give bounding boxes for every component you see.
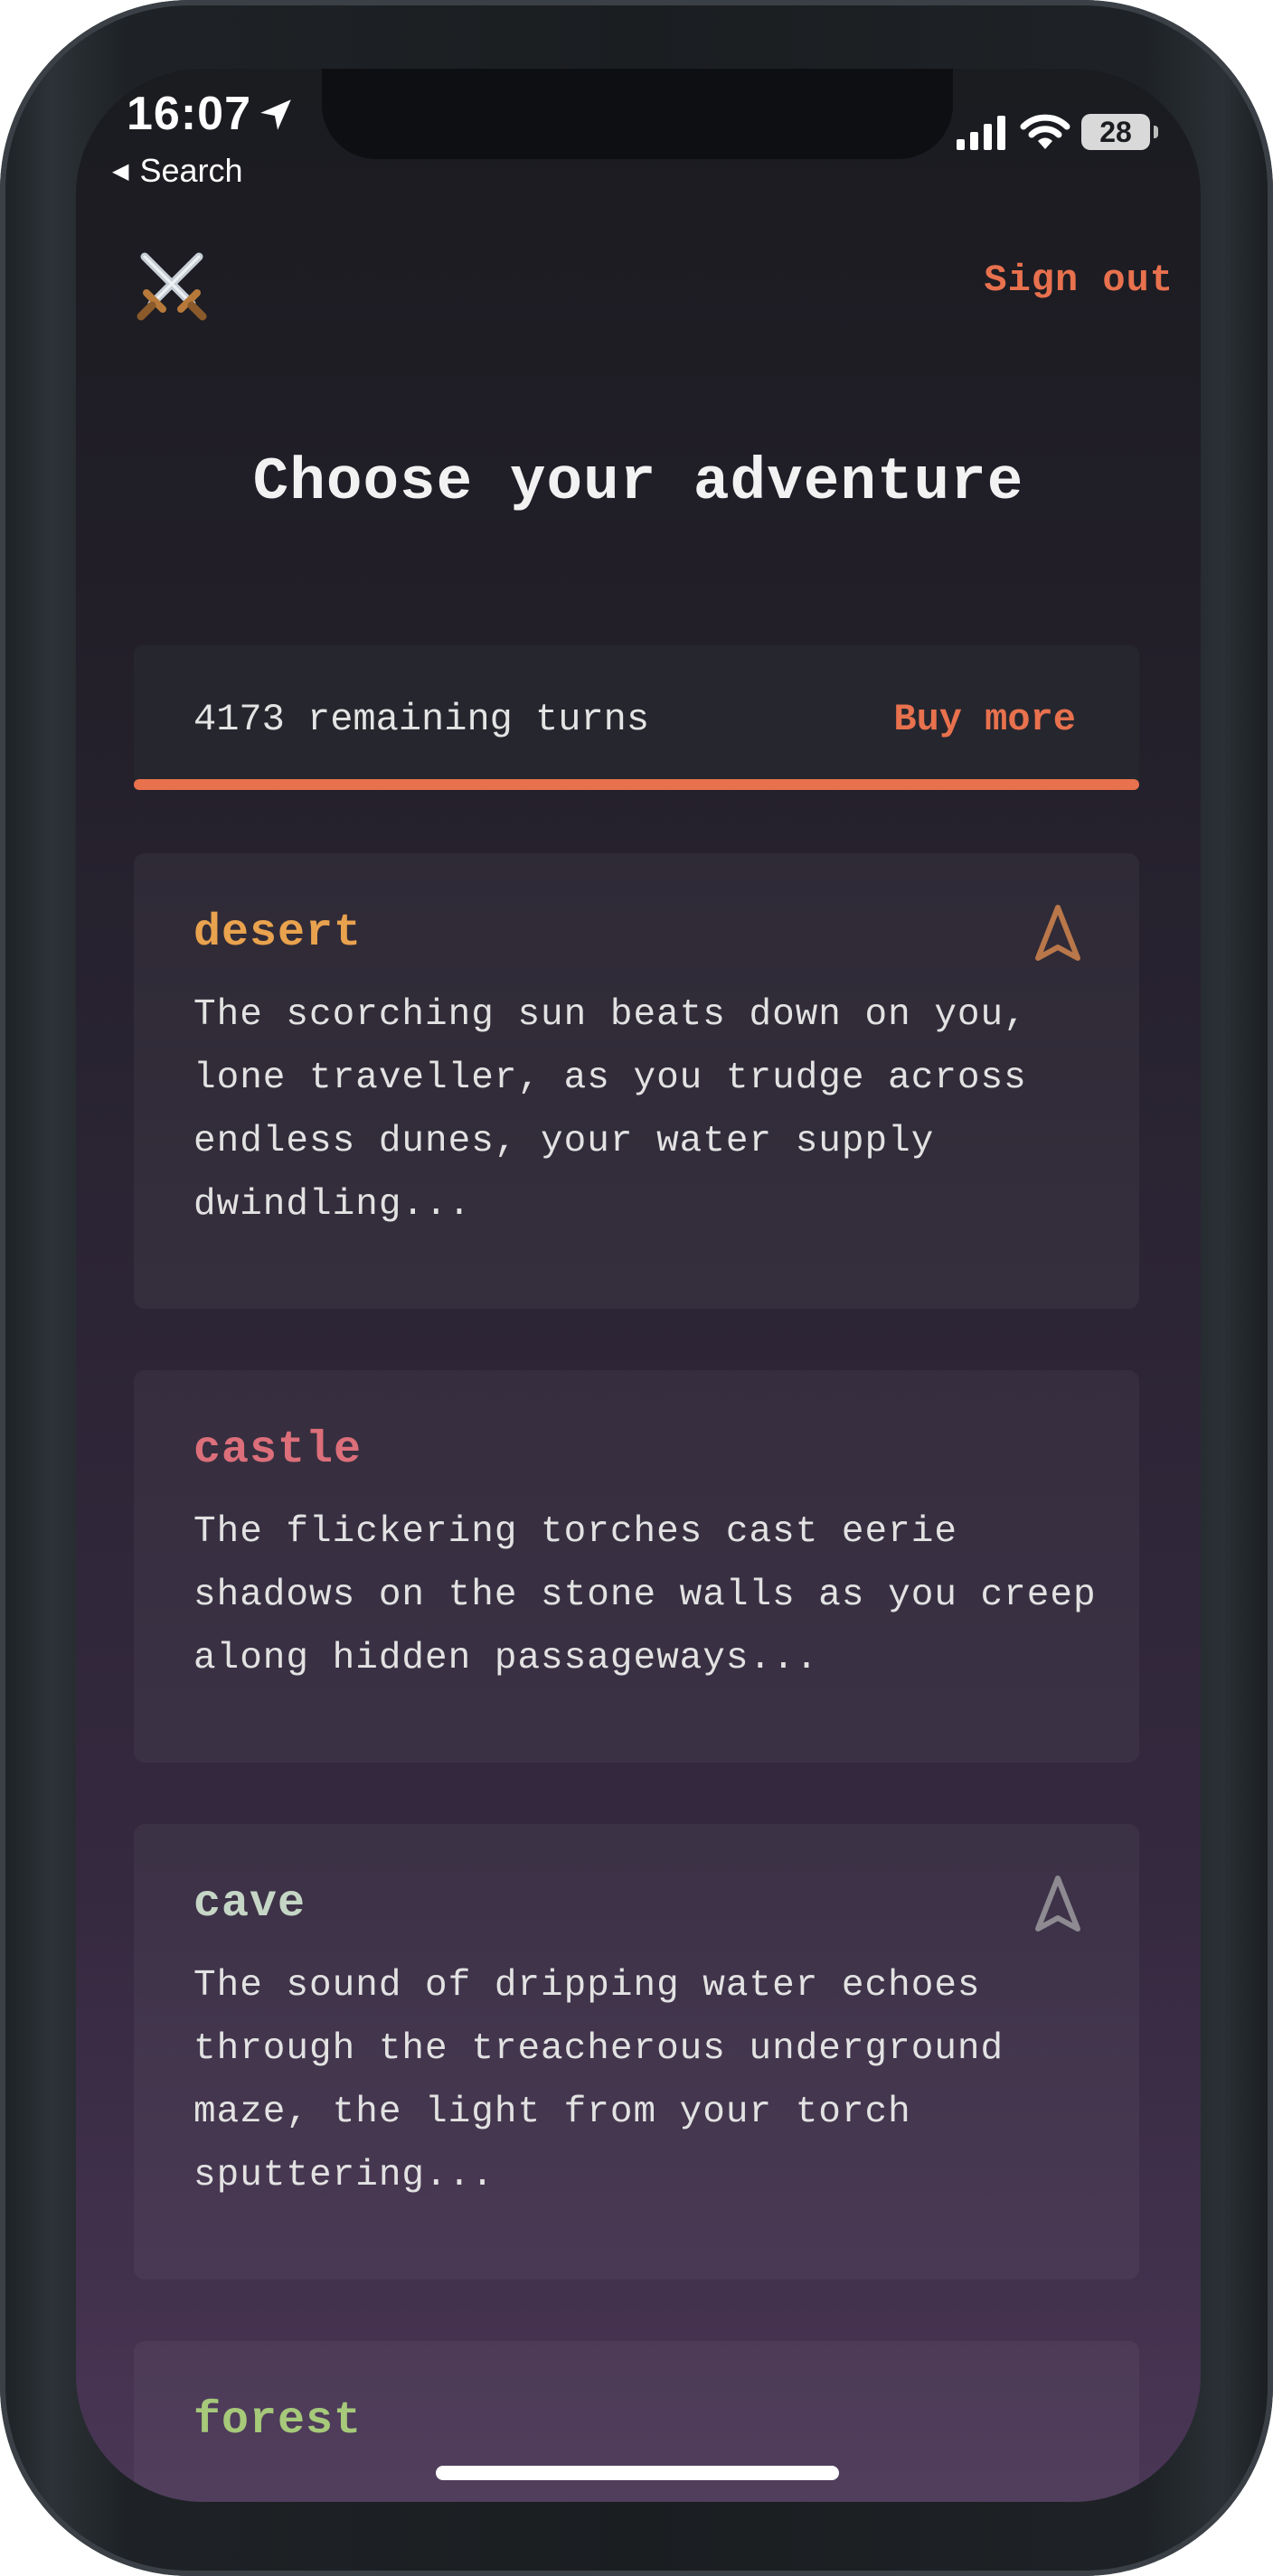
phone-frame: 16:07 ◀ Search 28 Sign out Choose your a… <box>0 0 1273 2576</box>
remaining-turns-text: 4173 remaining turns <box>193 698 650 741</box>
battery-indicator: 28 <box>1081 114 1158 150</box>
adventure-title: cave <box>193 1878 306 1930</box>
navigation-arrow-icon <box>1035 905 1080 961</box>
sign-out-link[interactable]: Sign out <box>984 259 1174 302</box>
buy-more-button[interactable]: Buy more <box>893 698 1076 741</box>
page-title: Choose your adventure <box>252 448 1024 516</box>
turns-progress-bar <box>134 779 1139 790</box>
adventure-title: desert <box>193 907 363 959</box>
adventure-title: castle <box>193 1424 363 1476</box>
back-search-label: Search <box>139 152 243 189</box>
adventure-card-desert[interactable]: desert The scorching sun beats down on y… <box>134 853 1139 1309</box>
back-triangle-icon: ◀ <box>112 159 129 183</box>
adventure-description: The flickering torches cast eerie shadow… <box>193 1511 1097 1679</box>
location-arrow-icon <box>260 99 291 130</box>
adventure-title: forest <box>193 2395 363 2447</box>
app-screen: 16:07 ◀ Search 28 Sign out Choose your a… <box>76 69 1201 2502</box>
adventure-description: The scorching sun beats down on you, lon… <box>193 994 1027 1226</box>
status-time: 16:07 <box>127 88 251 140</box>
crossed-swords-icon[interactable] <box>132 246 212 325</box>
navigation-arrow-icon <box>1035 1876 1080 1932</box>
device-notch <box>322 69 953 159</box>
wifi-icon <box>1020 114 1070 149</box>
turns-panel: 4173 remaining turns Buy more <box>134 645 1139 790</box>
adventure-card-castle[interactable]: castle The flickering torches cast eerie… <box>134 1370 1139 1763</box>
cellular-signal-icon <box>957 116 1005 150</box>
back-to-search-link[interactable]: ◀ Search <box>112 152 243 190</box>
adventure-description: The sound of dripping water echoes throu… <box>193 1965 1004 2196</box>
home-indicator[interactable] <box>436 2466 839 2480</box>
adventure-card-cave[interactable]: cave The sound of dripping water echoes … <box>134 1824 1139 2280</box>
